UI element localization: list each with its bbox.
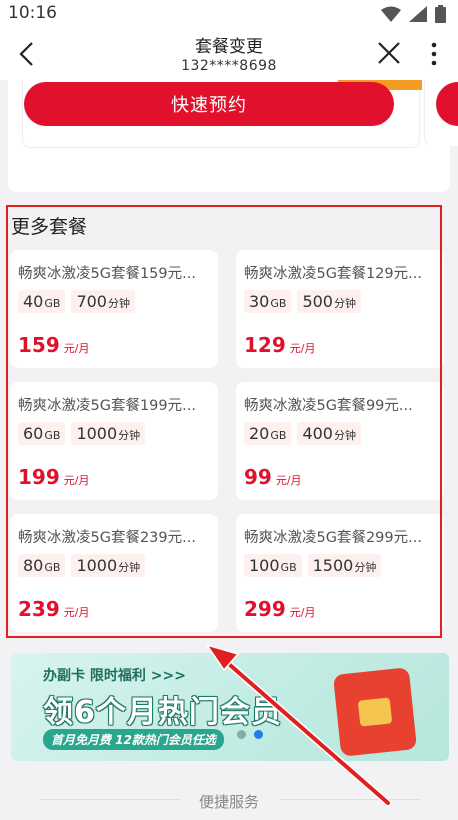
annotation-highlight-box (6, 205, 442, 638)
sim-chip-icon (357, 697, 393, 727)
quick-reserve-button[interactable]: 快速预约 (24, 82, 394, 126)
banner-headline: 领6个月热门会员 (43, 695, 282, 730)
banner-subtitle: 办副卡 限时福利 >>> (43, 668, 186, 684)
signal-icon (409, 6, 427, 22)
nav-bar: 套餐变更 132****8698 (0, 28, 458, 80)
status-time: 10:16 (8, 3, 57, 23)
battery-icon (435, 5, 446, 23)
status-bar: 10:16 (0, 0, 458, 28)
quick-services-label: 便捷服务 (198, 793, 259, 811)
wifi-icon (381, 6, 401, 22)
banner-dot[interactable] (237, 730, 246, 739)
more-vertical-icon[interactable] (424, 40, 444, 68)
promo-banner[interactable]: 办副卡 限时福利 >>> 领6个月热门会员 首月免月费 12款热门会员任选 (11, 653, 449, 761)
sim-card-icon (332, 667, 418, 757)
close-icon[interactable] (376, 40, 402, 66)
status-icons (381, 5, 446, 23)
banner-offer-text: 首月免月费 12款热门会员任选 (43, 729, 224, 750)
banner-dot-active[interactable] (254, 730, 263, 739)
banner-pagination (237, 730, 263, 739)
